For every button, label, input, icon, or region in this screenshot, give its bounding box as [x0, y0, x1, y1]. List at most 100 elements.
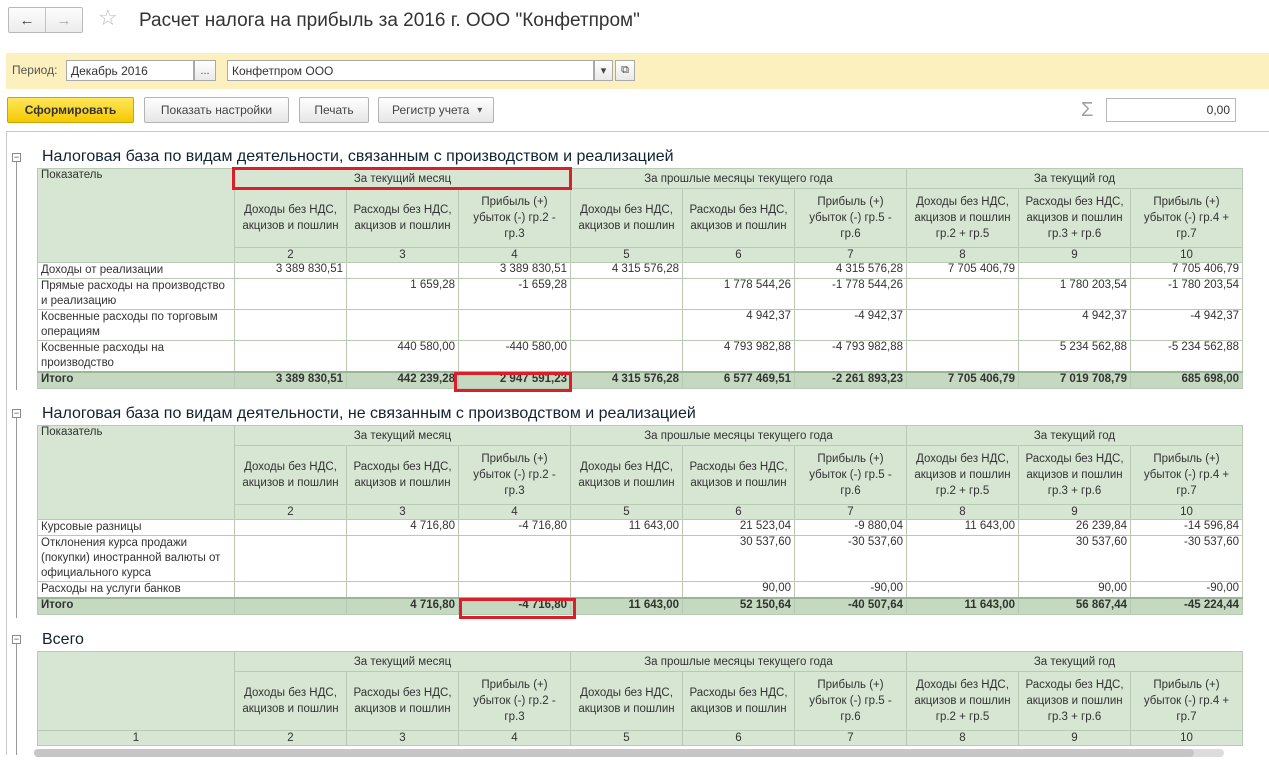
cell [570, 278, 683, 310]
register-label: Регистр учета [392, 103, 470, 117]
header-group-previous-months: За прошлые месяцы текущего года [570, 168, 907, 189]
period-input[interactable]: Декабрь 2016 [66, 60, 194, 81]
cell: 4 315 576,28 [570, 262, 683, 279]
header-col: Прибыль (+) убыток (-) гр.4 + гр.7 [1130, 671, 1243, 731]
header-col: Расходы без НДС, акцизов и пошлин [682, 445, 795, 505]
header-col: Расходы без НДС, акцизов и пошлин [682, 671, 795, 731]
cell: -4 942,37 [794, 309, 907, 341]
scrollbar-thumb[interactable] [34, 749, 1194, 757]
table-row: Расходы на услуги банков 90,00 -90,00 90… [37, 581, 1243, 599]
print-button[interactable]: Печать [299, 97, 369, 123]
total-cell: 685 698,00 [1130, 371, 1243, 389]
generate-button[interactable]: Сформировать [7, 97, 134, 123]
period-select-button[interactable]: ... [194, 60, 216, 81]
header-col: Доходы без НДС, акцизов и пошлин [234, 671, 347, 731]
cell [570, 309, 683, 341]
cell: -4 716,80 [458, 519, 571, 536]
cell: 11 643,00 [570, 519, 683, 536]
cell: 1 659,28 [346, 278, 459, 310]
favorite-star-icon[interactable]: ☆ [98, 5, 118, 31]
cell: 5 234 562,88 [1018, 340, 1131, 373]
row-label: Косвенные расходы по торговым операциям [37, 309, 235, 341]
row-label: Прямые расходы на производство и реализа… [37, 278, 235, 310]
cell [346, 262, 459, 279]
total-cell: 56 867,44 [1018, 597, 1131, 615]
collapse-icon[interactable]: − [12, 153, 21, 162]
cell [234, 519, 347, 536]
total-cell: -45 224,44 [1130, 597, 1243, 615]
header-indicator: Показатель [37, 425, 235, 520]
cell: 4 942,37 [682, 309, 795, 341]
table-row: Отклонения курса продажи (покупки) иност… [37, 535, 1243, 582]
forward-arrow-icon[interactable]: → [45, 8, 82, 32]
row-label: Курсовые разницы [37, 519, 235, 536]
cell: -30 537,60 [794, 535, 907, 582]
header-col: Прибыль (+) убыток (-) гр.4 + гр.7 [1130, 188, 1243, 248]
cell [458, 581, 571, 599]
header-col-number: 2 [234, 504, 347, 520]
header-col: Расходы без НДС, акцизов и пошлин [346, 445, 459, 505]
cell: 4 793 982,88 [682, 340, 795, 373]
header-col: Прибыль (+) убыток (-) гр.4 + гр.7 [1130, 445, 1243, 505]
report-table: За текущий месяц За прошлые месяцы текущ… [37, 651, 1243, 746]
cell: 30 537,60 [682, 535, 795, 582]
header-col: Прибыль (+) убыток (-) гр.2 - гр.3 [458, 188, 571, 248]
cell: 21 523,04 [682, 519, 795, 536]
cell: 3 389 830,51 [458, 262, 571, 279]
report-area[interactable]: − − − Налоговая база по видам деятельнос… [6, 131, 1269, 755]
header-col: Расходы без НДС, акцизов и пошлин [346, 188, 459, 248]
cell: -4 942,37 [1130, 309, 1243, 341]
cell: 7 705 406,79 [906, 262, 1019, 279]
collapse-icon[interactable]: − [12, 409, 21, 418]
report-table: Показатель За текущий месяц За прошлые м… [37, 168, 1243, 389]
total-label: Итого [37, 371, 235, 389]
header-col: Прибыль (+) убыток (-) гр.2 - гр.3 [458, 445, 571, 505]
header-col-number: 4 [458, 504, 571, 520]
header-col: Доходы без НДС, акцизов и пошлин [234, 188, 347, 248]
header-group-current-month: За текущий месяц [234, 168, 571, 189]
cell [570, 340, 683, 373]
total-cell: 4 716,80 [346, 597, 459, 615]
header-col-number: 10 [1130, 247, 1243, 263]
back-arrow-icon[interactable]: ← [9, 8, 45, 32]
cell: 11 643,00 [906, 519, 1019, 536]
total-cell [234, 597, 347, 615]
cell: -1 778 544,26 [794, 278, 907, 310]
header-col-number: 3 [346, 730, 459, 746]
header-col-number: 2 [234, 730, 347, 746]
header-indicator: Показатель [37, 168, 235, 263]
horizontal-scrollbar[interactable] [34, 749, 1224, 757]
cell: -440 580,00 [458, 340, 571, 373]
header-group-current-year: За текущий год [906, 425, 1243, 446]
cell: -1 780 203,54 [1130, 278, 1243, 310]
outline-line [16, 162, 17, 390]
total-cell: 4 315 576,28 [570, 371, 683, 389]
header-col-number: 9 [1018, 504, 1131, 520]
cell: 26 239,84 [1018, 519, 1131, 536]
cell [906, 340, 1019, 373]
cell: 440 580,00 [346, 340, 459, 373]
cell: 7 705 406,79 [1130, 262, 1243, 279]
header-col-number: 3 [346, 247, 459, 263]
period-panel: Период: Декабрь 2016 ... Конфетпром ООО … [6, 53, 1269, 89]
table-row: Косвенные расходы по торговым операциям … [37, 309, 1243, 341]
open-organization-icon[interactable]: ⧉ [615, 60, 635, 81]
cell [234, 340, 347, 373]
sum-field: 0,00 [1106, 98, 1236, 122]
header-col-number: 1 [37, 730, 235, 746]
cell [458, 309, 571, 341]
header-col-number: 6 [682, 504, 795, 520]
show-settings-button[interactable]: Показать настройки [144, 97, 289, 123]
header-col: Доходы без НДС, акцизов и пошлин гр.2 + … [906, 671, 1019, 731]
header-col-number: 3 [346, 504, 459, 520]
header-col: Доходы без НДС, акцизов и пошлин [570, 445, 683, 505]
chevron-down-icon[interactable]: ▾ [594, 60, 613, 81]
section-title: Всего [42, 631, 84, 648]
total-cell: 11 643,00 [906, 597, 1019, 615]
period-label: Период: [12, 63, 58, 77]
cell: -30 537,60 [1130, 535, 1243, 582]
register-button[interactable]: Регистр учета ▾ [378, 97, 494, 123]
organization-input[interactable]: Конфетпром ООО [227, 60, 594, 81]
collapse-icon[interactable]: − [12, 635, 21, 644]
table-row: Курсовые разницы 4 716,80 -4 716,80 11 6… [37, 519, 1243, 536]
